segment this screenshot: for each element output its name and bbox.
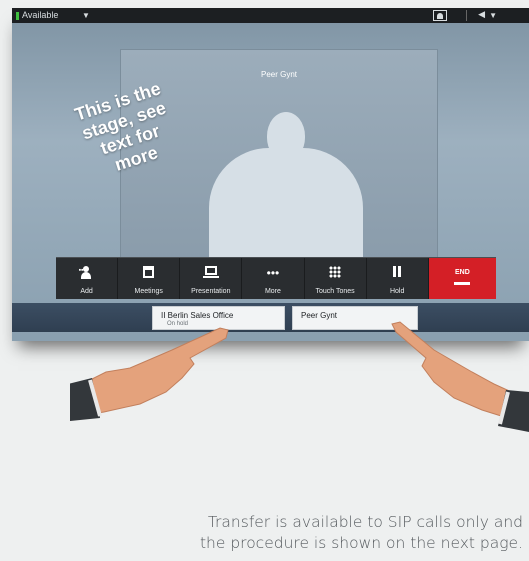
hold-label: Hold: [389, 288, 405, 295]
presentation-button[interactable]: Presentation: [180, 258, 243, 299]
left-pointing-hand-icon: [70, 327, 229, 421]
ellipsis-icon: •••: [266, 266, 280, 280]
end-call-icon: [454, 282, 471, 285]
meetings-button[interactable]: Meetings: [118, 258, 181, 299]
device-screen: Available ▼ ◀ ▼ Peer Gynt This is the st…: [12, 8, 529, 341]
touch-tones-button[interactable]: Touch Tones: [305, 258, 367, 299]
meetings-label: Meetings: [134, 288, 163, 295]
add-person-icon: ▪▪: [79, 266, 95, 280]
keypad-icon: [329, 266, 342, 278]
caption-line: the procedure is shown on the next page.: [199, 534, 523, 552]
status-divider: [466, 10, 467, 21]
volume-chevron-down-icon[interactable]: ▼: [489, 11, 497, 20]
more-button[interactable]: ••• More: [242, 258, 305, 299]
speaker-icon[interactable]: ◀: [478, 9, 485, 20]
touch-tones-label: Touch Tones: [315, 288, 355, 295]
availability-status[interactable]: Available: [22, 10, 58, 20]
selfview-icon[interactable]: [433, 10, 447, 21]
caption: Transfer is available to SIP calls only …: [190, 512, 523, 554]
availability-indicator: [16, 12, 19, 20]
add-button[interactable]: ▪▪ Add: [56, 258, 119, 299]
add-label: Add: [80, 288, 93, 295]
right-pointing-hand-icon: [391, 321, 529, 432]
pause-icon: [392, 266, 402, 277]
more-label: More: [264, 288, 281, 295]
status-bar: Available ▼ ◀ ▼: [12, 8, 529, 23]
hold-button[interactable]: Hold: [367, 258, 429, 299]
chevron-down-icon[interactable]: ▼: [82, 11, 90, 20]
laptop-icon: [202, 266, 219, 278]
call-name: Peer Gynt: [301, 311, 338, 320]
caption-line: Transfer is available to SIP calls only …: [207, 513, 523, 531]
end-call-button[interactable]: END: [428, 258, 496, 299]
calendar-icon: [143, 266, 155, 278]
avatar-body: [209, 148, 363, 264]
presentation-label: Presentation: [191, 288, 231, 295]
call-toolbar: ▪▪ Add Meetings Presentation ••• More To…: [56, 257, 496, 299]
